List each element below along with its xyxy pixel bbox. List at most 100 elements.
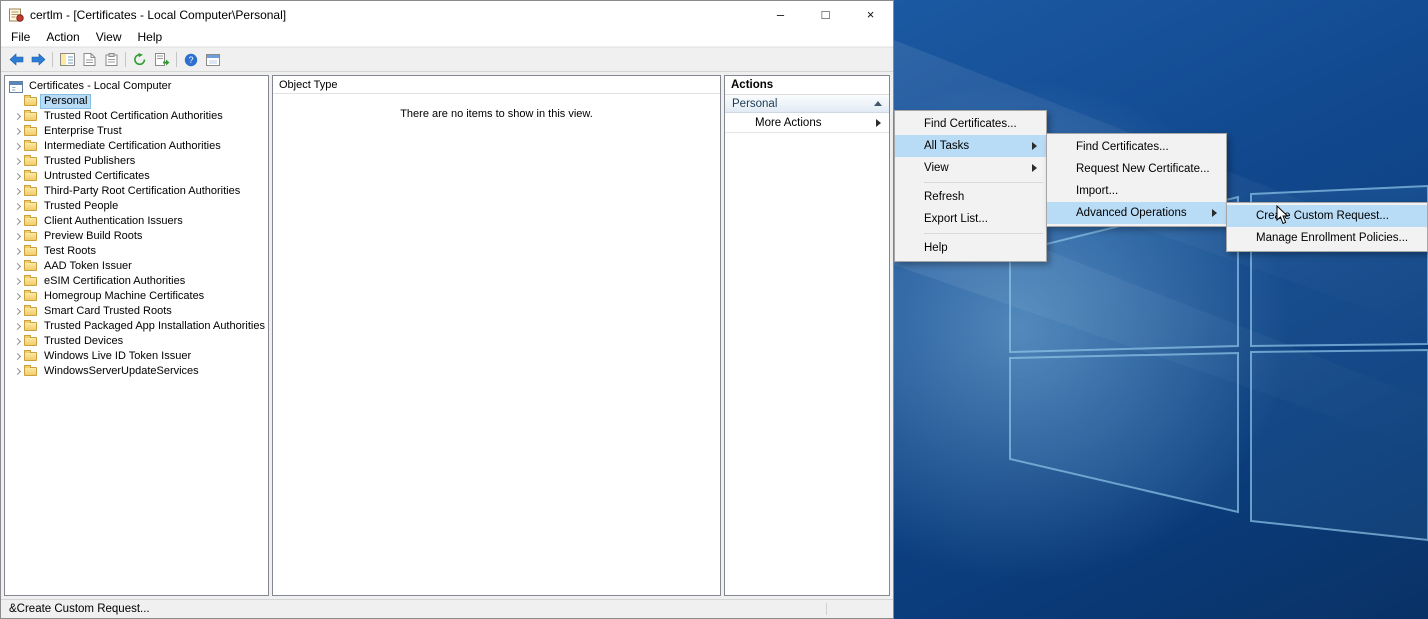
column-header-object-type[interactable]: Object Type — [273, 76, 720, 94]
chevron-right-icon[interactable] — [13, 338, 20, 345]
folder-icon — [24, 232, 41, 241]
context-menu-personal: Find Certificates... All Tasks View Refr… — [894, 110, 1047, 262]
menu-item-export-list[interactable]: Export List... — [895, 208, 1046, 230]
document-icon[interactable] — [78, 50, 100, 70]
chevron-right-icon[interactable] — [13, 203, 20, 210]
chevron-right-icon[interactable] — [13, 278, 20, 285]
tree-item-test-roots[interactable]: Test Roots — [5, 244, 268, 259]
menu-file[interactable]: File — [3, 30, 38, 44]
help-icon[interactable]: ? — [180, 50, 202, 70]
menu-bar: File Action View Help — [1, 28, 893, 47]
certificate-icon[interactable] — [9, 8, 24, 22]
tree-item-aad-token-issuer[interactable]: AAD Token Issuer — [5, 259, 268, 274]
tree-item-trusted-publishers[interactable]: Trusted Publishers — [5, 154, 268, 169]
back-icon[interactable] — [5, 50, 27, 70]
chevron-right-icon[interactable] — [13, 323, 20, 330]
menu-view[interactable]: View — [88, 30, 130, 44]
folder-icon — [24, 352, 41, 361]
mouse-cursor — [1276, 205, 1290, 225]
tree-item-preview-build-roots[interactable]: Preview Build Roots — [5, 229, 268, 244]
chevron-right-icon[interactable] — [13, 113, 20, 120]
export-list-icon[interactable] — [151, 50, 173, 70]
tree-item-label: AAD Token Issuer — [41, 260, 135, 273]
tree-item-label: Trusted Packaged App Installation Author… — [41, 320, 268, 333]
actions-pane: Actions Personal More Actions — [724, 75, 890, 596]
menu-item-create-custom-request[interactable]: Create Custom Request... — [1227, 205, 1427, 227]
menu-item-refresh[interactable]: Refresh — [895, 186, 1046, 208]
tree-item-trusted-packaged-app-installation-authorities[interactable]: Trusted Packaged App Installation Author… — [5, 319, 268, 334]
folder-icon — [24, 112, 41, 121]
chevron-right-icon[interactable] — [13, 188, 20, 195]
tree-item-untrusted-certificates[interactable]: Untrusted Certificates — [5, 169, 268, 184]
tree-item-homegroup-machine-certificates[interactable]: Homegroup Machine Certificates — [5, 289, 268, 304]
maximize-button[interactable]: □ — [803, 1, 848, 28]
tree-item-personal[interactable]: Personal — [5, 94, 268, 109]
chevron-right-icon[interactable] — [13, 173, 20, 180]
submenu-arrow-icon — [1032, 164, 1037, 172]
menu-item-label: Help — [924, 242, 948, 254]
menu-item-import[interactable]: Import... — [1047, 180, 1226, 202]
properties-icon[interactable] — [100, 50, 122, 70]
tree-item-trusted-root-certification-authorities[interactable]: Trusted Root Certification Authorities — [5, 109, 268, 124]
menu-item-view[interactable]: View — [895, 157, 1046, 179]
submenu-arrow-icon — [1212, 209, 1217, 217]
tree-item-intermediate-certification-authorities[interactable]: Intermediate Certification Authorities — [5, 139, 268, 154]
tree-item-third-party-root-certification-authorities[interactable]: Third-Party Root Certification Authoriti… — [5, 184, 268, 199]
more-actions-label: More Actions — [755, 117, 821, 129]
tree-item-windowsserverupdateservices[interactable]: WindowsServerUpdateServices — [5, 364, 268, 379]
tree-item-client-authentication-issuers[interactable]: Client Authentication Issuers — [5, 214, 268, 229]
more-actions-button[interactable]: More Actions — [725, 113, 889, 133]
menu-item-all-tasks[interactable]: All Tasks — [895, 135, 1046, 157]
minimize-button[interactable]: – — [758, 1, 803, 28]
chevron-right-icon[interactable] — [13, 293, 20, 300]
tree-item-trusted-people[interactable]: Trusted People — [5, 199, 268, 214]
chevron-right-icon[interactable] — [13, 233, 20, 240]
chevron-right-icon[interactable] — [13, 143, 20, 150]
forward-icon[interactable] — [27, 50, 49, 70]
certlm-window: certlm - [Certificates - Local Computer\… — [0, 0, 894, 619]
menu-item-label: Export List... — [924, 213, 988, 225]
tree-item-label: Client Authentication Issuers — [41, 215, 186, 228]
menu-item-advanced-operations[interactable]: Advanced Operations — [1047, 202, 1226, 224]
menu-item-find-certificates[interactable]: Find Certificates... — [895, 113, 1046, 135]
tree-item-label: Trusted People — [41, 200, 121, 213]
show-console-tree-icon[interactable] — [56, 50, 78, 70]
svg-text:?: ? — [188, 55, 193, 65]
chevron-right-icon[interactable] — [13, 263, 20, 270]
folder-icon — [24, 217, 41, 226]
tree-item-enterprise-trust[interactable]: Enterprise Trust — [5, 124, 268, 139]
menu-item-label: Advanced Operations — [1076, 207, 1187, 219]
close-button[interactable]: × — [848, 1, 893, 28]
menu-item-help[interactable]: Help — [895, 237, 1046, 259]
chevron-right-icon[interactable] — [13, 218, 20, 225]
menu-item-manage-enrollment-policies[interactable]: Manage Enrollment Policies... — [1227, 227, 1427, 249]
chevron-right-icon[interactable] — [13, 158, 20, 165]
collapse-chevron-icon[interactable] — [874, 101, 882, 106]
chevron-right-icon[interactable] — [13, 353, 20, 360]
folder-icon — [24, 127, 41, 136]
menu-item-request-new-certificate[interactable]: Request New Certificate... — [1047, 158, 1226, 180]
tree-item-windows-live-id-token-issuer[interactable]: Windows Live ID Token Issuer — [5, 349, 268, 364]
chevron-right-icon[interactable] — [13, 248, 20, 255]
folder-icon — [24, 307, 41, 316]
chevron-right-icon[interactable] — [13, 128, 20, 135]
tree-item-trusted-devices[interactable]: Trusted Devices — [5, 334, 268, 349]
refresh-icon[interactable] — [129, 50, 151, 70]
new-window-icon[interactable] — [202, 50, 224, 70]
submenu-arrow-icon — [1032, 142, 1037, 150]
tree-item-label: Trusted Devices — [41, 335, 126, 348]
menu-item-label: Refresh — [924, 191, 964, 203]
window-title: certlm - [Certificates - Local Computer\… — [30, 8, 286, 22]
menu-action[interactable]: Action — [38, 30, 87, 44]
tree-item-esim-certification-authorities[interactable]: eSIM Certification Authorities — [5, 274, 268, 289]
menu-item-label: All Tasks — [924, 140, 969, 152]
menu-item-find-certificates[interactable]: Find Certificates... — [1047, 136, 1226, 158]
chevron-right-icon[interactable] — [13, 308, 20, 315]
folder-icon — [24, 247, 41, 256]
menu-help[interactable]: Help — [130, 30, 171, 44]
tree-item-smart-card-trusted-roots[interactable]: Smart Card Trusted Roots — [5, 304, 268, 319]
chevron-right-icon[interactable] — [13, 368, 20, 375]
tree-root-certificates-local-computer[interactable]: Certificates - Local Computer — [5, 79, 268, 94]
actions-group-personal[interactable]: Personal — [725, 95, 889, 113]
content-area: Certificates - Local Computer Personal T… — [1, 72, 893, 599]
